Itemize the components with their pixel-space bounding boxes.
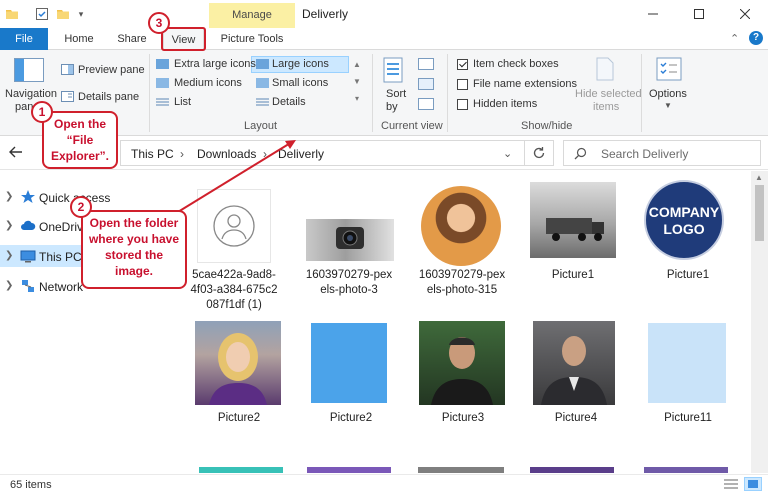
callout-text: “File: [66, 133, 94, 147]
step-badge-2: 2: [70, 196, 92, 218]
callout-text: Open the folder: [89, 216, 179, 230]
callout-text: where you have: [88, 232, 180, 246]
callout-text: Explorer”.: [50, 149, 110, 163]
callout-text: stored the: [104, 248, 163, 262]
callout-text: Open the: [53, 117, 106, 131]
step-badge-1: 1: [31, 101, 53, 123]
callout-step-1: Open the “File Explorer”.: [42, 111, 118, 169]
callout-step-2: Open the folder where you have stored th…: [81, 210, 187, 289]
callout-text: image.: [114, 264, 153, 278]
